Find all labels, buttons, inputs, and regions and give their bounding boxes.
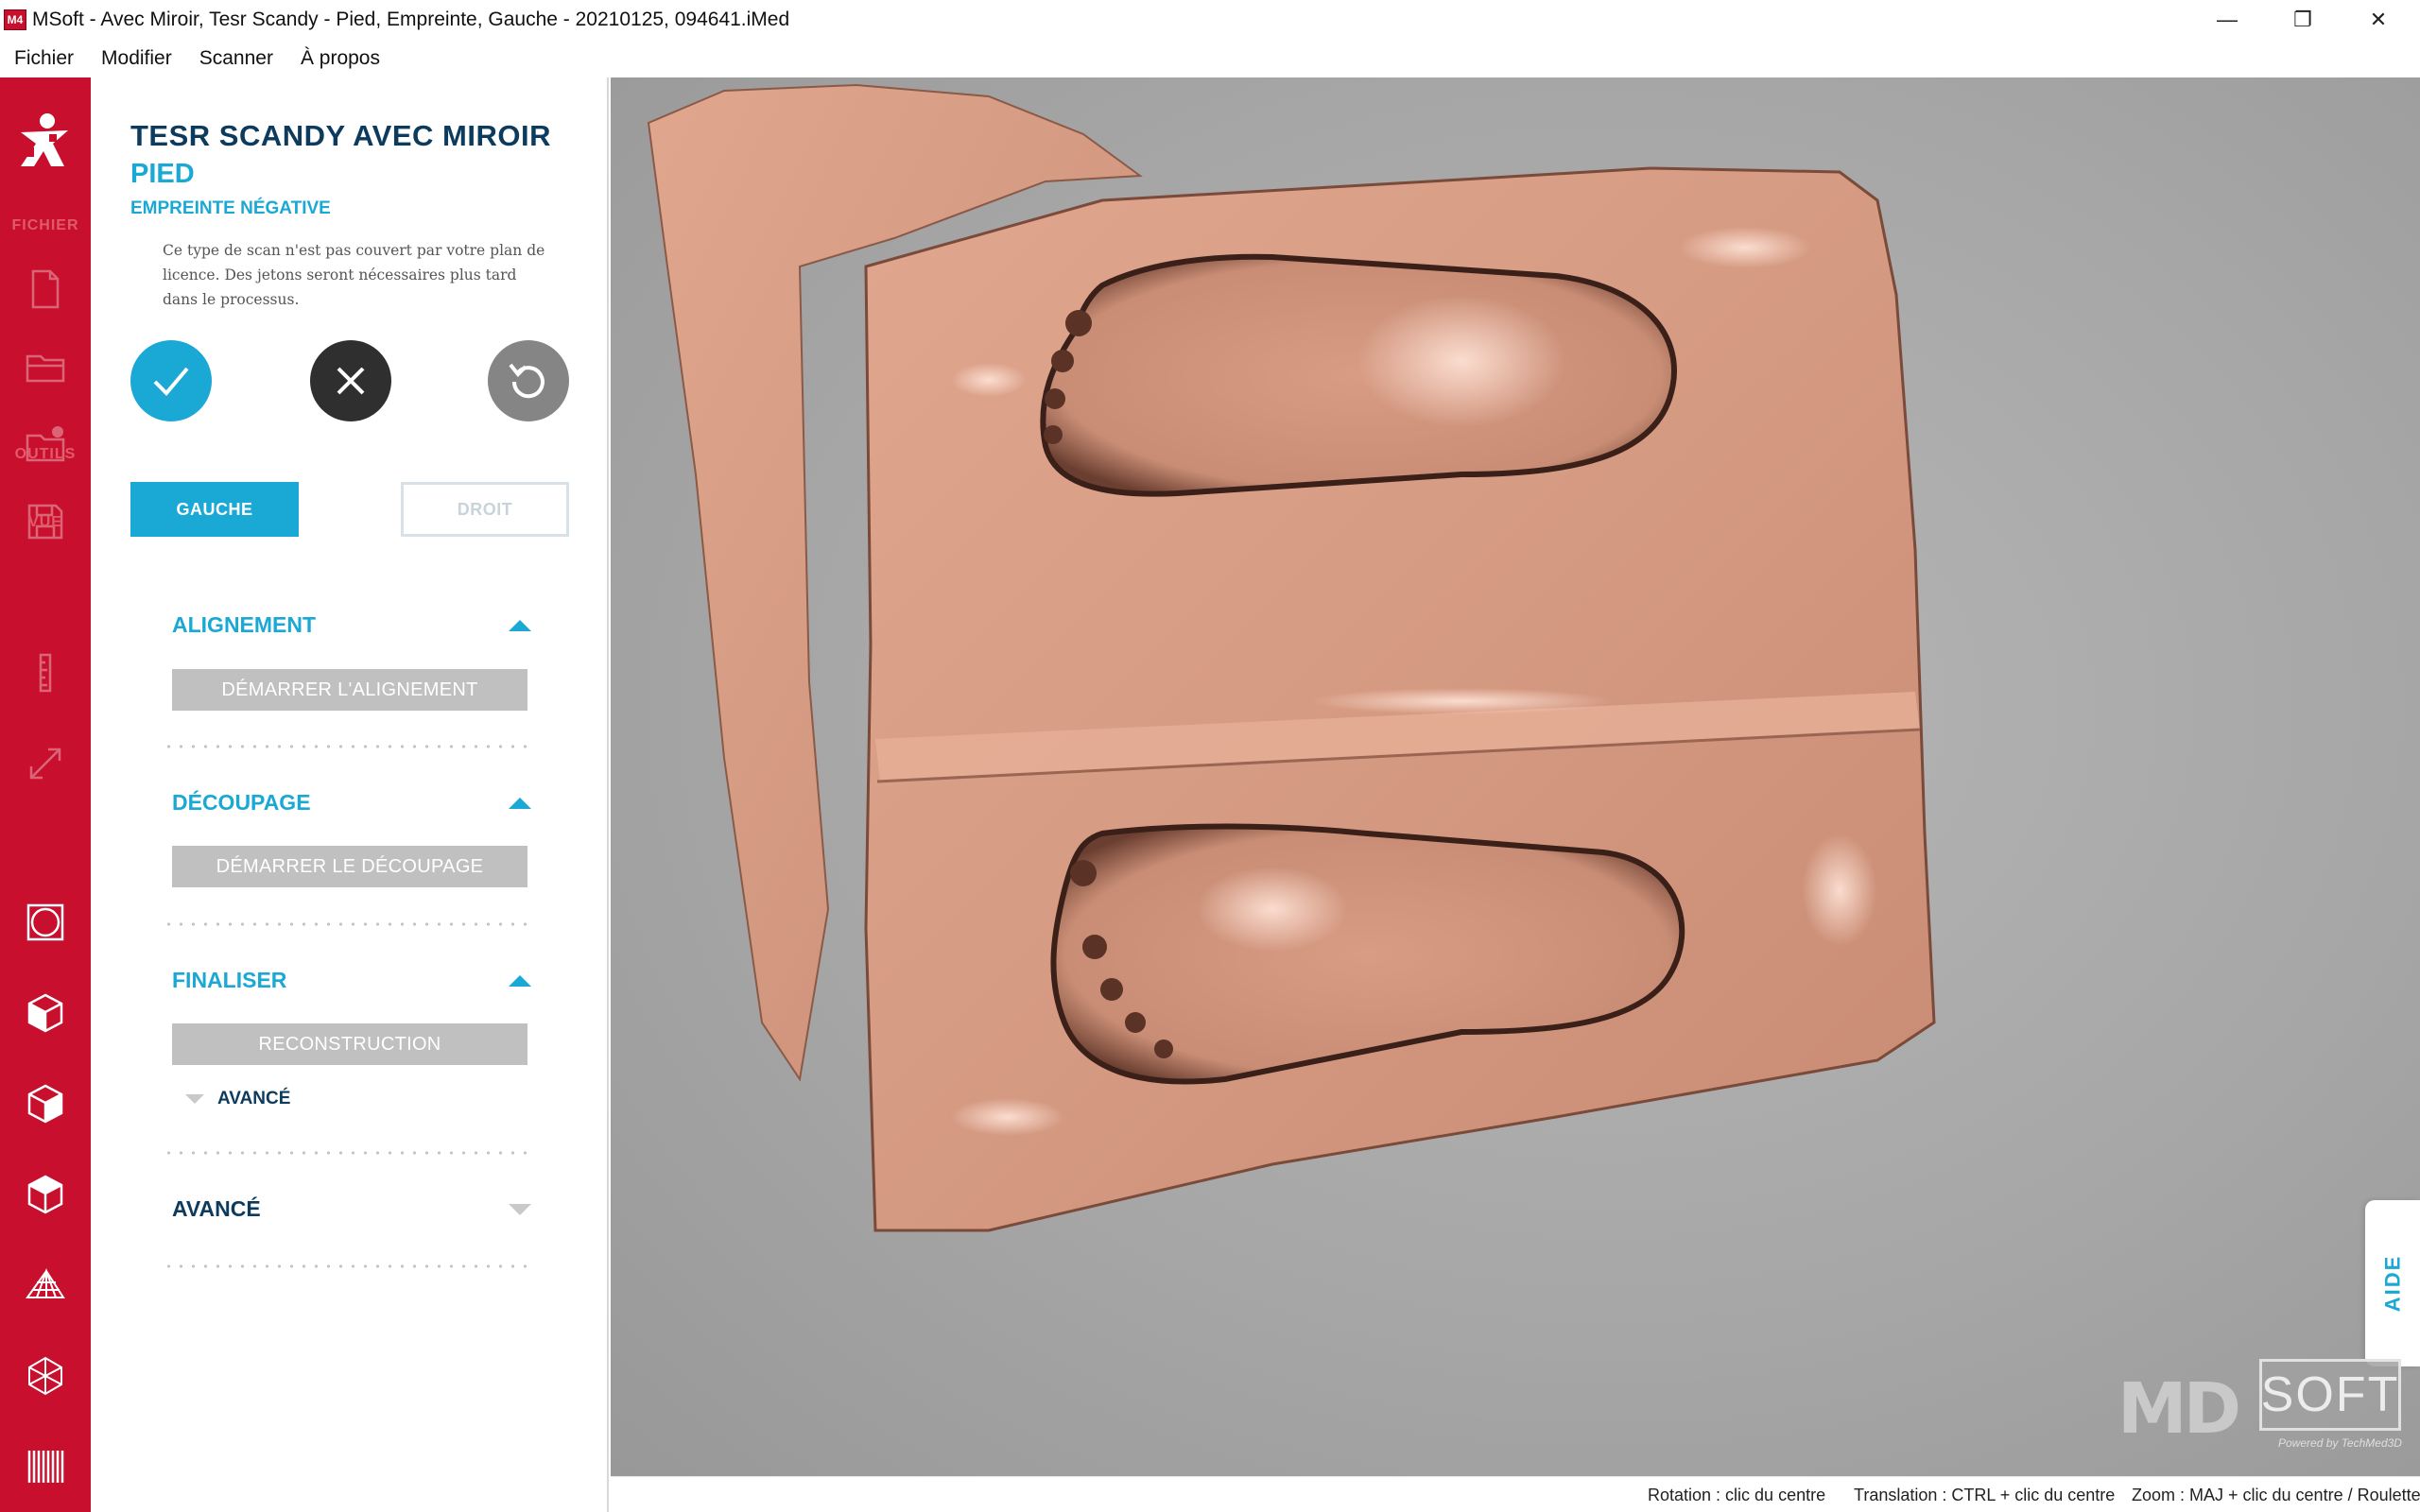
scan-type-title: TESR SCANDY AVEC MIROIR: [130, 119, 551, 152]
reconstruction-button[interactable]: RECONSTRUCTION: [172, 1023, 527, 1065]
confirm-button[interactable]: [130, 340, 212, 421]
3d-viewport[interactable]: [611, 77, 2420, 1476]
menu-modifier[interactable]: Modifier: [87, 47, 185, 70]
view-cube-left-icon[interactable]: [21, 988, 70, 1038]
view-front-icon[interactable]: [21, 898, 70, 947]
view-cube-top-icon[interactable]: [21, 1170, 70, 1219]
right-side-button[interactable]: DROIT: [401, 482, 569, 537]
collapse-icon: [509, 619, 531, 631]
section-finaliser-header[interactable]: FINALISER: [172, 968, 531, 993]
wireframe-icon[interactable]: [21, 1351, 70, 1400]
window-title: MSoft - Avec Miroir, Tesr Scandy - Pied,…: [32, 9, 790, 30]
finalize-advanced-label: AVANCÉ: [217, 1089, 291, 1108]
license-note: Ce type de scan n'est pas couvert par vo…: [163, 242, 545, 308]
help-tab[interactable]: AIDE: [2365, 1200, 2420, 1366]
section-divider: [163, 1151, 535, 1155]
section-finaliser-title: FINALISER: [172, 968, 287, 992]
watermark-soft: SOFT: [2259, 1359, 2401, 1431]
title-bar: M4 MSoft - Avec Miroir, Tesr Scandy - Pi…: [0, 0, 2420, 40]
section-divider: [163, 922, 535, 926]
barcode-icon[interactable]: [21, 1442, 70, 1491]
workflow-panel: TESR SCANDY AVEC MIROIR PIED EMPREINTE N…: [91, 77, 609, 1512]
section-divider: [163, 1264, 535, 1268]
section-decoupage-header[interactable]: DÉCOUPAGE: [172, 790, 531, 816]
perspective-icon[interactable]: [21, 1261, 70, 1310]
toolbar-section-outils: OUTILS: [14, 446, 77, 462]
brand-watermark: MD SOFT Powered by TechMed3D: [2118, 1359, 2402, 1453]
new-file-icon[interactable]: [21, 265, 70, 314]
watermark-powered: Powered by TechMed3D: [2278, 1436, 2402, 1450]
section-decoupage-title: DÉCOUPAGE: [172, 790, 311, 815]
app-logo: M4: [4, 9, 26, 30]
close-icon: [337, 367, 365, 395]
section-avance-title: AVANCÉ: [172, 1196, 261, 1221]
toolbar-section-vue: VUE: [28, 514, 62, 530]
expand-icon: [509, 1203, 531, 1215]
section-divider: [163, 745, 535, 748]
menu-a-propos[interactable]: À propos: [286, 47, 393, 70]
menu-fichier[interactable]: Fichier: [0, 47, 87, 70]
minimize-button[interactable]: —: [2189, 0, 2265, 40]
expand-icon: [185, 1094, 204, 1104]
reset-button[interactable]: [488, 340, 569, 421]
finalize-advanced-toggle[interactable]: AVANCÉ: [185, 1089, 290, 1109]
left-side-button[interactable]: GAUCHE: [130, 482, 299, 537]
menu-bar: Fichier Modifier Scanner À propos: [0, 40, 2420, 77]
resize-icon[interactable]: [21, 739, 70, 788]
tool-sidebar: FICHIER OUTILS VUE: [0, 77, 91, 1512]
open-folder-icon[interactable]: [21, 342, 70, 391]
menu-scanner[interactable]: Scanner: [185, 47, 286, 70]
status-zoom: Zoom : MAJ + clic du centre / Roulette: [2132, 1486, 2420, 1504]
refresh-icon: [509, 363, 544, 399]
collapse-icon: [509, 974, 531, 987]
scan-mode: EMPREINTE NÉGATIVE: [130, 198, 331, 218]
status-bar: Rotation : clic du centre Translation : …: [611, 1476, 2420, 1512]
status-rotation: Rotation : clic du centre: [1648, 1486, 1826, 1504]
start-cutting-button[interactable]: DÉMARRER LE DÉCOUPAGE: [172, 846, 527, 887]
watermark-md: MD: [2118, 1368, 2241, 1450]
toolbar-section-fichier: FICHIER: [11, 217, 79, 233]
close-button[interactable]: ✕: [2341, 0, 2416, 40]
collapse-icon: [509, 797, 531, 809]
ruler-icon[interactable]: [21, 648, 70, 697]
cancel-button[interactable]: [310, 340, 391, 421]
maximize-button[interactable]: ❐: [2265, 0, 2341, 40]
section-alignement-header[interactable]: ALIGNEMENT: [172, 612, 531, 638]
status-translation: Translation : CTRL + clic du centre: [1854, 1486, 2116, 1504]
section-alignement-title: ALIGNEMENT: [172, 612, 317, 637]
foot-impression-mesh: [647, 83, 1936, 1232]
section-avance-header[interactable]: AVANCÉ: [172, 1196, 531, 1222]
help-tab-label: AIDE: [2380, 1254, 2404, 1313]
brand-logo-icon: [21, 113, 68, 166]
view-cube-right-icon[interactable]: [21, 1079, 70, 1128]
start-alignment-button[interactable]: DÉMARRER L'ALIGNEMENT: [172, 669, 527, 711]
scan-body-part: PIED: [130, 159, 195, 189]
check-icon: [153, 367, 189, 396]
